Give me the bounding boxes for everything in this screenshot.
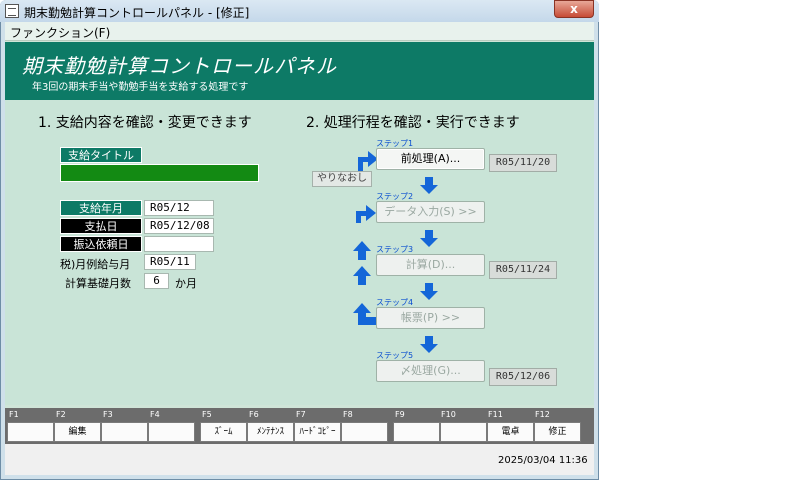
step3-calculate-button[interactable]: 計算(D)... (376, 254, 485, 276)
f2-edit-button[interactable]: 編集 (54, 422, 101, 442)
f5-zoom-button[interactable]: ｽﾞｰﾑ (200, 422, 247, 442)
down-arrow-icon (420, 283, 438, 300)
fkey-number: F7 (296, 410, 306, 419)
app-icon (5, 4, 19, 18)
f4-button[interactable] (148, 422, 195, 442)
fkey-number: F1 (9, 410, 19, 419)
redo-button[interactable]: やりなおし (312, 171, 372, 187)
step3-date: R05/11/24 (489, 261, 557, 279)
fkey-number: F11 (488, 410, 503, 419)
basis-months-unit: か月 (175, 277, 197, 290)
f11-calculator-button[interactable]: 電卓 (487, 422, 534, 442)
tax-month-label: 税)月例給与月 (60, 258, 131, 271)
f12-modify-button[interactable]: 修正 (534, 422, 581, 442)
f3-button[interactable] (101, 422, 148, 442)
payment-day-label: 支払日 (60, 218, 142, 234)
basis-months-label: 計算基礎月数 (65, 277, 131, 290)
f6-maintenance-button[interactable]: ﾒﾝﾃﾅﾝｽ (247, 422, 294, 442)
step5-closing-button[interactable]: 〆処理(G)... (376, 360, 485, 382)
up-arrow-step3-icon (353, 241, 371, 260)
f7-hardcopy-button[interactable]: ﾊｰﾄﾞｺﾋﾟｰ (294, 422, 341, 442)
fkey-number: F9 (395, 410, 405, 419)
loop-arrow-step1-icon (358, 151, 378, 171)
fkey-number: F4 (150, 410, 160, 419)
close-button[interactable]: x (554, 0, 594, 18)
f1-button[interactable] (7, 422, 54, 442)
fkey-number: F3 (103, 410, 113, 419)
step1-date: R05/11/20 (489, 154, 557, 172)
step1-preprocess-button[interactable]: 前処理(A)... (376, 148, 485, 170)
fkey-number: F8 (343, 410, 353, 419)
fkey-number: F5 (202, 410, 212, 419)
section-heading-payment: 1. 支給内容を確認・変更できます (38, 115, 252, 131)
f10-button[interactable] (440, 422, 487, 442)
window-title: 期末勤勉計算コントロールパネル - [修正] (24, 6, 250, 20)
basis-months-field[interactable]: 6 (144, 273, 169, 289)
main-panel (5, 100, 594, 405)
pay-month-field[interactable]: R05/12 (144, 200, 214, 216)
f9-button[interactable] (393, 422, 440, 442)
down-arrow-icon (420, 230, 438, 247)
down-arrow-icon (420, 177, 438, 194)
transfer-date-label: 振込依頼日 (60, 236, 142, 252)
section-heading-process: 2. 処理行程を確認・実行できます (306, 115, 520, 131)
pay-month-label: 支給年月 (60, 200, 142, 216)
up-arrow-step4-icon (353, 266, 371, 285)
fkey-number: F6 (249, 410, 259, 419)
step4-reports-button[interactable]: 帳票(P) >> (376, 307, 485, 329)
transfer-date-field[interactable] (144, 236, 214, 252)
fkey-number: F10 (441, 410, 456, 419)
page-title: 期末勤勉計算コントロールパネル (22, 54, 337, 78)
f8-button[interactable] (341, 422, 388, 442)
payment-title-label: 支給タイトル (60, 147, 142, 163)
fkey-number: F12 (535, 410, 550, 419)
return-arrow-step4-icon (353, 303, 376, 325)
step2-data-entry-button[interactable]: データ入力(S) >> (376, 201, 485, 223)
loop-arrow-step2-icon (356, 205, 376, 223)
down-arrow-icon (420, 336, 438, 353)
tax-month-field[interactable]: R05/11 (144, 254, 196, 270)
status-datetime: 2025/03/04 11:36 (498, 455, 588, 466)
menu-function[interactable]: ファンクション(F) (10, 24, 110, 41)
page-subtitle: 年3回の期末手当や勤勉手当を支給する処理です (32, 82, 249, 93)
fkey-number: F2 (56, 410, 66, 419)
payment-day-field[interactable]: R05/12/08 (144, 218, 214, 234)
payment-title-field[interactable] (60, 164, 259, 182)
step5-date: R05/12/06 (489, 368, 557, 386)
